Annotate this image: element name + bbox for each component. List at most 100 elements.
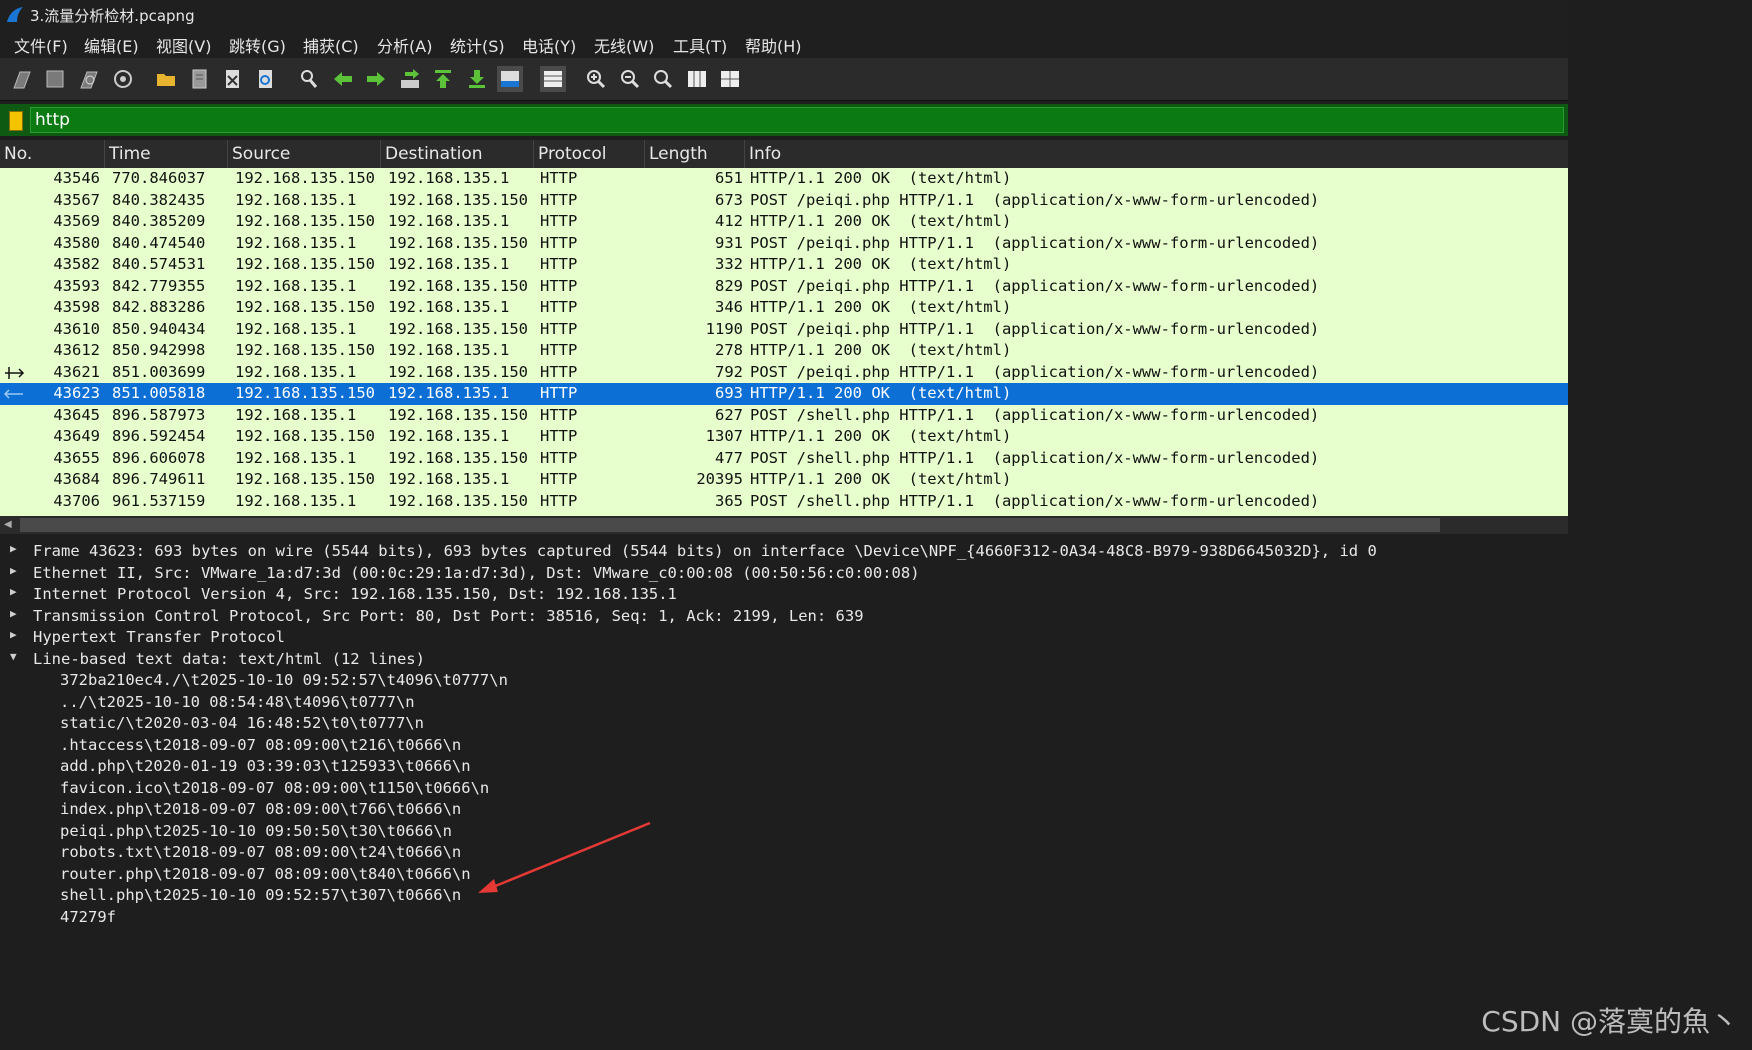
zoom-in-icon[interactable] [583, 66, 609, 92]
close-file-icon[interactable] [219, 66, 245, 92]
packet-protocol: HTTP [540, 255, 578, 273]
packet-protocol: HTTP [540, 341, 578, 359]
expand-arrow-icon[interactable]: ▶ [10, 628, 20, 641]
packet-list-hscrollbar[interactable]: ◀ [0, 516, 1568, 534]
packet-source: 192.168.135.1 [235, 319, 357, 338]
packet-row[interactable]: 43655 896.606078 192.168.135.1 192.168.135.… [0, 448, 1568, 470]
menu-file[interactable]: 文件(F) [14, 33, 68, 57]
go-to-packet-icon[interactable] [397, 66, 423, 92]
menu-edit[interactable]: 编辑(E) [84, 33, 139, 57]
menu-view[interactable]: 视图(V) [156, 33, 211, 57]
packet-length: 673 [715, 190, 743, 209]
col-header-protocol[interactable]: Protocol [534, 140, 645, 168]
col-header-destination[interactable]: Destination [381, 140, 534, 168]
col-header-time[interactable]: Time [105, 140, 228, 168]
packet-protocol: HTTP [540, 448, 578, 467]
packet-time: 840.474540 [112, 233, 206, 252]
expand-arrow-icon[interactable]: ▶ [10, 585, 20, 598]
packet-time: 961.537159 [112, 491, 206, 510]
packet-row[interactable]: 43649 896.592454 192.168.135.150 192.168.13… [0, 426, 1568, 448]
display-filter-input[interactable] [30, 107, 1564, 133]
col-header-source[interactable]: Source [228, 140, 381, 168]
packet-length: 346 [715, 298, 743, 316]
reload-file-icon[interactable] [252, 66, 278, 92]
menu-wireless[interactable]: 无线(W) [594, 33, 654, 57]
packet-time: 770.846037 [112, 169, 206, 187]
open-file-icon[interactable] [153, 66, 179, 92]
packet-info: HTTP/1.1 200 OK (text/html) [750, 255, 1012, 273]
packet-source: 192.168.135.150 [235, 384, 375, 402]
filter-bookmark-icon[interactable] [9, 111, 23, 131]
annotation-arrow [478, 821, 651, 893]
packet-row[interactable]: 43567 840.382435 192.168.135.1 192.168.135.… [0, 190, 1568, 212]
normal-size-icon[interactable] [650, 66, 676, 92]
expand-arrow-icon[interactable]: ▶ [10, 542, 20, 555]
packet-protocol: HTTP [540, 405, 578, 424]
packet-time: 850.940434 [112, 319, 206, 338]
menu-analyze[interactable]: 分析(A) [377, 33, 432, 57]
packet-row[interactable]: 43612 850.942998 192.168.135.150 192.168.13… [0, 340, 1568, 362]
resize-columns-icon[interactable] [684, 66, 710, 92]
first-packet-icon[interactable] [430, 66, 456, 92]
packet-details-pane: ▶ Frame 43623: 693 bytes on wire (5544 bi… [0, 542, 1568, 940]
menu-tools[interactable]: 工具(T) [673, 33, 727, 57]
packet-protocol: HTTP [540, 427, 578, 445]
packet-destination: 192.168.135.150 [388, 233, 528, 252]
capture-options-icon[interactable] [110, 66, 136, 92]
packet-row[interactable]: 43546 770.846037 192.168.135.150 192.168.13… [0, 168, 1568, 190]
packet-destination: 192.168.135.150 [388, 319, 528, 338]
packet-source: 192.168.135.1 [235, 233, 357, 252]
packet-protocol: HTTP [540, 491, 578, 510]
packet-row[interactable]: 43684 896.749611 192.168.135.150 192.168.13… [0, 469, 1568, 491]
packet-row[interactable]: 43598 842.883286 192.168.135.150 192.168.13… [0, 297, 1568, 319]
packet-info: POST /peiqi.php HTTP/1.1 (application/x-… [750, 319, 1320, 338]
packet-row[interactable]: 43580 840.474540 192.168.135.1 192.168.135.… [0, 233, 1568, 255]
autoscroll-icon[interactable] [497, 66, 523, 92]
packet-info: HTTP/1.1 200 OK (text/html) [750, 298, 1012, 316]
last-packet-icon[interactable] [464, 66, 490, 92]
col-header-length[interactable]: Length [645, 140, 745, 168]
find-packet-icon[interactable] [296, 66, 322, 92]
packet-protocol: HTTP [540, 470, 578, 488]
packet-destination: 192.168.135.150 [388, 405, 528, 424]
menu-help[interactable]: 帮助(H) [745, 33, 802, 57]
packet-length: 20395 [696, 470, 743, 488]
menu-go[interactable]: 跳转(G) [229, 33, 286, 57]
packet-length: 651 [715, 169, 743, 187]
packet-info: POST /peiqi.php HTTP/1.1 (application/x-… [750, 276, 1320, 295]
packet-time: 840.385209 [112, 212, 206, 230]
scroll-left-icon[interactable]: ◀ [4, 519, 12, 530]
save-file-icon[interactable] [186, 66, 212, 92]
packet-row[interactable]: 43645 896.587973 192.168.135.1 192.168.135.… [0, 405, 1568, 427]
expand-arrow-icon[interactable]: ▶ [10, 607, 20, 620]
col-header-no[interactable]: No. [0, 140, 105, 168]
packet-info: POST /peiqi.php HTTP/1.1 (application/x-… [750, 190, 1320, 209]
zoom-out-icon[interactable] [617, 66, 643, 92]
title-bar: 3.流量分析检材.pcapng [0, 0, 1568, 30]
menu-statistics[interactable]: 统计(S) [450, 33, 505, 57]
packet-row[interactable]: 43593 842.779355 192.168.135.1 192.168.135.… [0, 276, 1568, 298]
packet-row[interactable]: 43582 840.574531 192.168.135.150 192.168.13… [0, 254, 1568, 276]
pane-splitter[interactable] [0, 534, 1568, 542]
packet-row[interactable]: 43610 850.940434 192.168.135.1 192.168.135.… [0, 319, 1568, 341]
packet-row[interactable]: 43706 961.537159 192.168.135.1 192.168.135.… [0, 491, 1568, 513]
packet-row[interactable]: 43569 840.385209 192.168.135.150 192.168.13… [0, 211, 1568, 233]
expand-arrow-icon[interactable]: ▶ [10, 564, 20, 577]
go-forward-icon[interactable] [363, 66, 389, 92]
menu-telephony[interactable]: 电话(Y) [522, 33, 576, 57]
main-toolbar [0, 58, 1568, 101]
packet-row-selected[interactable]: 43623 851.005818 192.168.135.150 192.168.13… [0, 383, 1568, 405]
start-capture-icon[interactable] [9, 66, 35, 92]
packet-row[interactable]: 43621 851.003699 192.168.135.1 192.168.135.… [0, 362, 1568, 384]
menu-capture[interactable]: 捕获(C) [303, 33, 359, 57]
layout-icon[interactable] [717, 66, 743, 92]
collapse-arrow-icon[interactable]: ▼ [10, 650, 20, 663]
scrollbar-thumb[interactable] [20, 518, 1440, 532]
watermark: CSDN @落寞的魚丶 [1481, 1005, 1738, 1038]
packet-time: 896.606078 [112, 448, 206, 467]
restart-capture-icon[interactable] [76, 66, 102, 92]
col-header-info[interactable]: Info [745, 140, 1568, 168]
colorize-icon[interactable] [540, 66, 566, 92]
stop-capture-icon[interactable] [42, 66, 68, 92]
go-back-icon[interactable] [330, 66, 356, 92]
